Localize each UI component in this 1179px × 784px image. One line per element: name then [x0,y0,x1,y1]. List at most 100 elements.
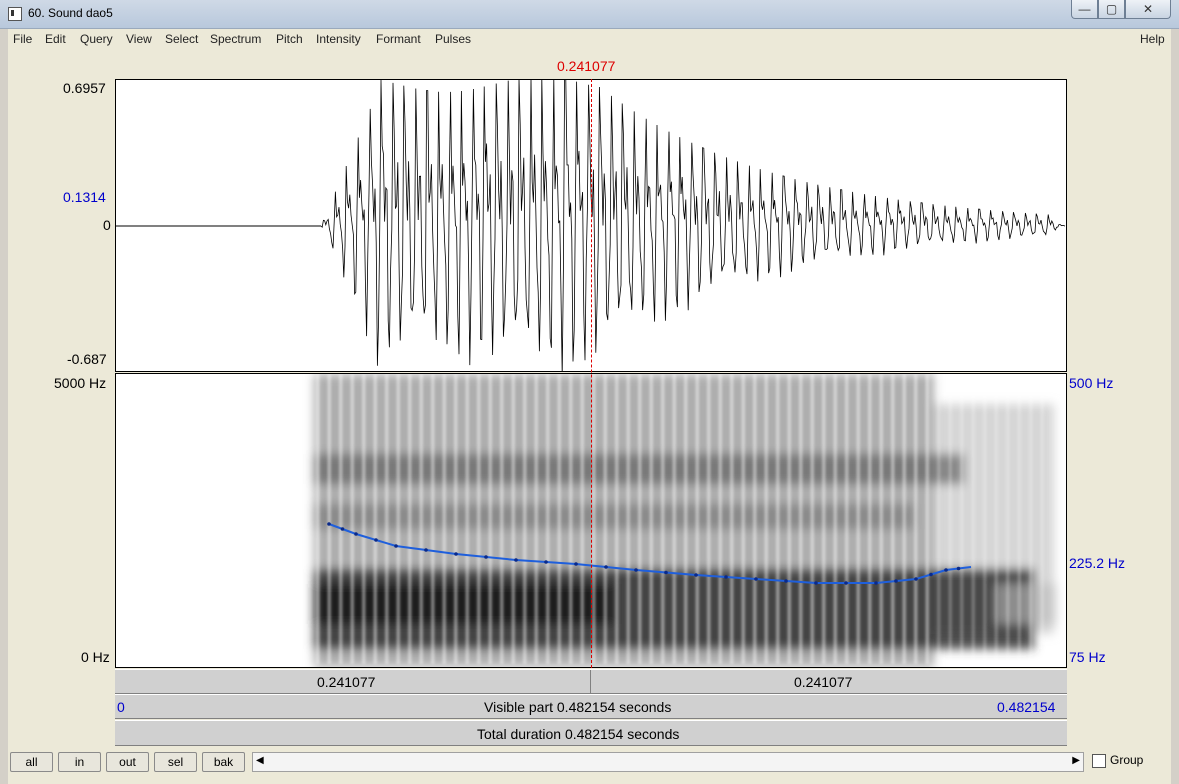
visible-part-bar[interactable]: 0 Visible part 0.482154 seconds 0.482154 [115,694,1067,719]
scroll-right-icon[interactable]: ▶ [1072,755,1080,766]
menu-help[interactable]: Help [1140,32,1165,46]
glottal-striation [994,374,998,664]
menu-select[interactable]: Select [165,32,198,46]
menu-pitch[interactable]: Pitch [276,32,303,46]
pitch-point [544,560,548,564]
glottal-striation [948,374,952,664]
glottal-striation [523,374,527,664]
glottal-striation [419,374,423,664]
title-bar: 60. Sound dao5 — ▢ ✕ [0,0,1179,29]
spectrogram-top-label: 5000 Hz [54,375,107,391]
pitch-point [484,555,488,559]
glottal-striation [488,374,492,664]
glottal-striation [373,374,377,664]
zoom-out-button[interactable]: out [106,752,149,772]
glottal-striation [937,374,941,664]
glottal-striation [477,374,481,664]
zoom-back-button[interactable]: bak [202,752,245,772]
group-checkbox[interactable] [1092,754,1106,768]
pitch-point [724,575,728,579]
glottal-striation [868,374,872,664]
pitch-point [929,572,933,577]
menu-intensity[interactable]: Intensity [316,32,361,46]
glottal-striation [465,374,469,664]
glottal-striation [833,374,837,664]
glottal-striation [891,374,895,664]
glottal-striation [638,374,642,664]
glottal-striation [914,374,918,664]
glottal-striation [569,374,573,664]
window-title: 60. Sound dao5 [28,6,113,20]
glottal-striation [408,374,412,664]
scroll-left-icon[interactable]: ◀ [256,755,264,766]
zoom-all-button[interactable]: all [10,752,53,772]
menu-edit[interactable]: Edit [45,32,66,46]
cursor-time-label: 0.241077 [557,58,616,74]
glottal-striation [350,374,354,664]
visible-end-label: 0.482154 [997,699,1056,715]
waveform-trace [320,80,1066,371]
glottal-striation [879,374,883,664]
menu-view[interactable]: View [126,32,152,46]
pitch-point [374,538,378,542]
glottal-striation [925,374,929,664]
selection-time-bar[interactable]: 0.241077 0.241077 [115,669,1067,694]
pitch-point [956,566,961,571]
glottal-striation [902,374,906,664]
app-icon [8,7,22,21]
pitch-point [454,552,458,556]
pitch-point [814,581,818,585]
waveform-min-label: -0.687 [67,351,107,367]
pitch-point [394,544,398,548]
glottal-striation [730,374,734,664]
glottal-striation [546,374,550,664]
pitch-top-label: 500 Hz [1069,375,1114,391]
waveform-zero-label: 0 [103,217,111,233]
glottal-striation [626,374,630,664]
glottal-striation [822,374,826,664]
glottal-striation [316,374,320,664]
waveform-max-label: 0.6957 [63,80,106,96]
pitch-point [914,577,918,581]
pitch-point [424,548,428,552]
group-label: Group [1110,753,1144,767]
glottal-striation [454,374,458,664]
pitch-point [784,579,788,583]
menu-bar: File Edit Query View Select Spectrum Pit… [8,29,1171,49]
total-duration-bar[interactable]: Total duration 0.482154 seconds [115,720,1067,746]
menu-query[interactable]: Query [80,32,113,46]
glottal-striation [661,374,665,664]
pitch-point [340,527,345,531]
pitch-point [634,568,638,572]
pitch-point [944,568,948,572]
glottal-striation [511,374,515,664]
glottal-striation [592,374,596,664]
pitch-point [894,579,898,583]
pitch-value-label: 225.2 Hz [1069,555,1126,571]
pitch-bottom-label: 75 Hz [1069,649,1106,665]
glottal-striation [396,374,400,664]
glottal-striation [1029,374,1033,664]
time-right-label: 0.241077 [794,674,853,690]
glottal-striation [764,374,768,664]
horizontal-scrollbar[interactable]: ◀ ▶ [252,752,1084,772]
zoom-selection-button[interactable]: sel [154,752,197,772]
maximize-button[interactable]: ▢ [1098,0,1125,19]
pitch-point [874,581,878,585]
pitch-point [844,581,848,585]
close-button[interactable]: ✕ [1125,0,1171,19]
zoom-in-button[interactable]: in [58,752,101,772]
glottal-striation [856,374,860,664]
glottal-striation [327,374,331,664]
cursor-line[interactable] [591,79,592,668]
glottal-striation [845,374,849,664]
menu-formant[interactable]: Formant [376,32,421,46]
menu-file[interactable]: File [13,32,32,46]
menu-spectrum[interactable]: Spectrum [210,32,261,46]
time-left-label: 0.241077 [317,674,376,690]
visible-start-label: 0 [117,699,125,715]
glottal-striation [1017,374,1021,664]
menu-pulses[interactable]: Pulses [435,32,471,46]
glottal-striation [1040,374,1044,664]
minimize-button[interactable]: — [1071,0,1098,19]
